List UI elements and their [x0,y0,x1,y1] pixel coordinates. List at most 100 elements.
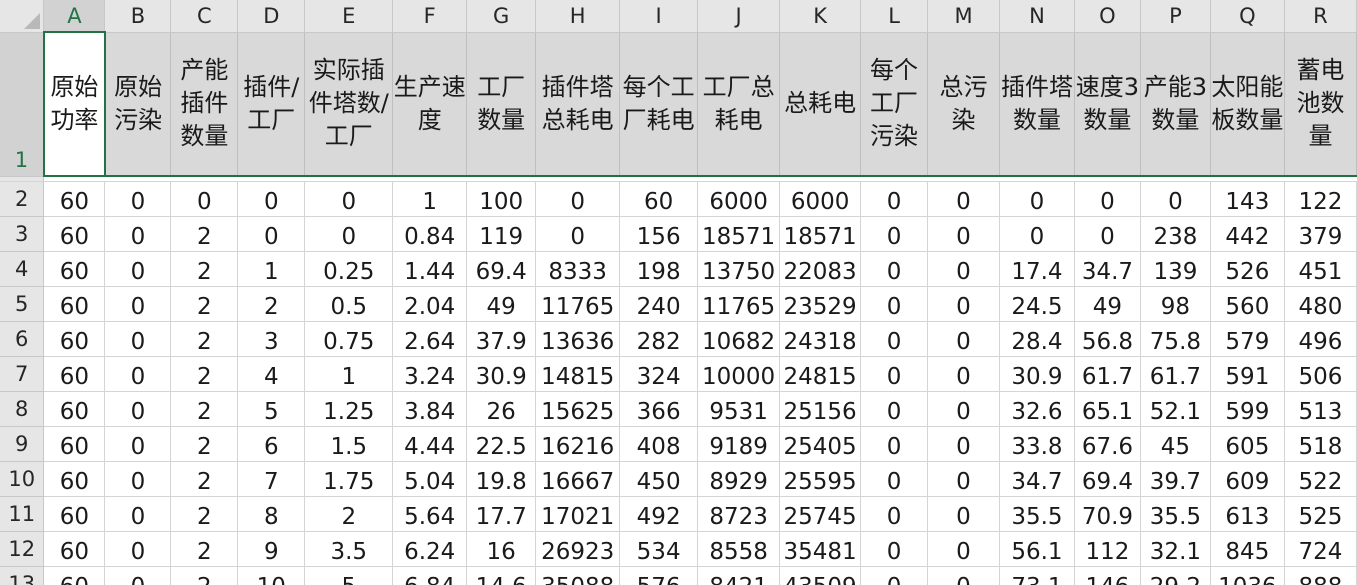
header-cell-g1[interactable]: 工厂数量 [466,32,537,177]
cell-a7[interactable]: 60 [43,356,106,392]
cell-i10[interactable]: 450 [619,461,699,497]
cell-k7[interactable]: 24815 [779,356,862,392]
cell-l2[interactable]: 0 [860,181,929,217]
cell-h13[interactable]: 35088 [535,566,621,585]
cell-c8[interactable]: 2 [170,391,239,427]
cell-q2[interactable]: 143 [1210,181,1285,217]
cell-r5[interactable]: 480 [1284,286,1357,322]
cell-f10[interactable]: 5.04 [392,461,468,497]
column-header-r[interactable]: R [1284,0,1357,33]
cell-m13[interactable]: 0 [927,566,1000,585]
cell-f8[interactable]: 3.84 [392,391,468,427]
header-cell-i1[interactable]: 每个工厂耗电 [619,32,699,177]
cell-n10[interactable]: 34.7 [999,461,1075,497]
column-header-e[interactable]: E [304,0,394,33]
cell-m8[interactable]: 0 [927,391,1000,427]
cell-j5[interactable]: 11765 [697,286,781,322]
cell-c2[interactable]: 0 [170,181,239,217]
cell-q7[interactable]: 591 [1210,356,1285,392]
column-header-p[interactable]: P [1140,0,1211,33]
column-header-o[interactable]: O [1074,0,1141,33]
cell-o7[interactable]: 61.7 [1074,356,1141,392]
cell-c3[interactable]: 2 [170,216,239,252]
cell-k12[interactable]: 35481 [779,531,862,567]
cell-a2[interactable]: 60 [43,181,106,217]
column-header-k[interactable]: K [779,0,862,33]
cell-q3[interactable]: 442 [1210,216,1285,252]
header-cell-e1[interactable]: 实际插件塔数/工厂 [304,32,394,177]
cell-a9[interactable]: 60 [43,426,106,462]
cell-h11[interactable]: 17021 [535,496,621,532]
row-header-6[interactable]: 6 [0,321,45,357]
cell-p10[interactable]: 39.7 [1140,461,1211,497]
cell-e9[interactable]: 1.5 [304,426,394,462]
row-header-13[interactable]: 13 [0,566,45,585]
cell-d3[interactable]: 0 [237,216,306,252]
cell-k9[interactable]: 25405 [779,426,862,462]
cell-f9[interactable]: 4.44 [392,426,468,462]
cell-j12[interactable]: 8558 [697,531,781,567]
column-header-m[interactable]: M [927,0,1000,33]
cell-d2[interactable]: 0 [237,181,306,217]
cell-a4[interactable]: 60 [43,251,106,287]
cell-l13[interactable]: 0 [860,566,929,585]
cell-k4[interactable]: 22083 [779,251,862,287]
cell-m11[interactable]: 0 [927,496,1000,532]
cell-n8[interactable]: 32.6 [999,391,1075,427]
cell-q5[interactable]: 560 [1210,286,1285,322]
cell-n9[interactable]: 33.8 [999,426,1075,462]
header-cell-o1[interactable]: 速度3数量 [1074,32,1141,177]
cell-c5[interactable]: 2 [170,286,239,322]
cell-p9[interactable]: 45 [1140,426,1211,462]
cell-i9[interactable]: 408 [619,426,699,462]
cell-f6[interactable]: 2.64 [392,321,468,357]
cell-j8[interactable]: 9531 [697,391,781,427]
cell-i4[interactable]: 198 [619,251,699,287]
cell-f11[interactable]: 5.64 [392,496,468,532]
cell-f12[interactable]: 6.24 [392,531,468,567]
cell-l4[interactable]: 0 [860,251,929,287]
column-header-l[interactable]: L [860,0,929,33]
cell-i12[interactable]: 534 [619,531,699,567]
cell-h3[interactable]: 0 [535,216,621,252]
cell-m12[interactable]: 0 [927,531,1000,567]
cell-e5[interactable]: 0.5 [304,286,394,322]
cell-p4[interactable]: 139 [1140,251,1211,287]
cell-j4[interactable]: 13750 [697,251,781,287]
column-header-d[interactable]: D [237,0,306,33]
cell-o12[interactable]: 112 [1074,531,1141,567]
cell-c9[interactable]: 2 [170,426,239,462]
cell-l11[interactable]: 0 [860,496,929,532]
cell-l10[interactable]: 0 [860,461,929,497]
cell-m10[interactable]: 0 [927,461,1000,497]
row-header-12[interactable]: 12 [0,531,45,567]
cell-l9[interactable]: 0 [860,426,929,462]
cell-f3[interactable]: 0.84 [392,216,468,252]
cell-g10[interactable]: 19.8 [466,461,537,497]
cell-e11[interactable]: 2 [304,496,394,532]
select-all-corner[interactable] [0,0,45,33]
cell-m2[interactable]: 0 [927,181,1000,217]
cell-h12[interactable]: 26923 [535,531,621,567]
cell-k8[interactable]: 25156 [779,391,862,427]
cell-r10[interactable]: 522 [1284,461,1357,497]
cell-n2[interactable]: 0 [999,181,1075,217]
row-header-5[interactable]: 5 [0,286,45,322]
cell-p13[interactable]: 29.2 [1140,566,1211,585]
cell-o13[interactable]: 146 [1074,566,1141,585]
header-cell-j1[interactable]: 工厂总耗电 [697,32,781,177]
cell-l12[interactable]: 0 [860,531,929,567]
cell-h5[interactable]: 11765 [535,286,621,322]
cell-m9[interactable]: 0 [927,426,1000,462]
cell-o2[interactable]: 0 [1074,181,1141,217]
header-cell-r1[interactable]: 蓄电池数量 [1284,32,1357,177]
cell-c11[interactable]: 2 [170,496,239,532]
cell-b12[interactable]: 0 [104,531,172,567]
cell-j9[interactable]: 9189 [697,426,781,462]
cell-j13[interactable]: 8421 [697,566,781,585]
row-header-1[interactable]: 1 [0,32,45,177]
cell-j2[interactable]: 6000 [697,181,781,217]
cell-m4[interactable]: 0 [927,251,1000,287]
cell-b8[interactable]: 0 [104,391,172,427]
cell-q8[interactable]: 599 [1210,391,1285,427]
